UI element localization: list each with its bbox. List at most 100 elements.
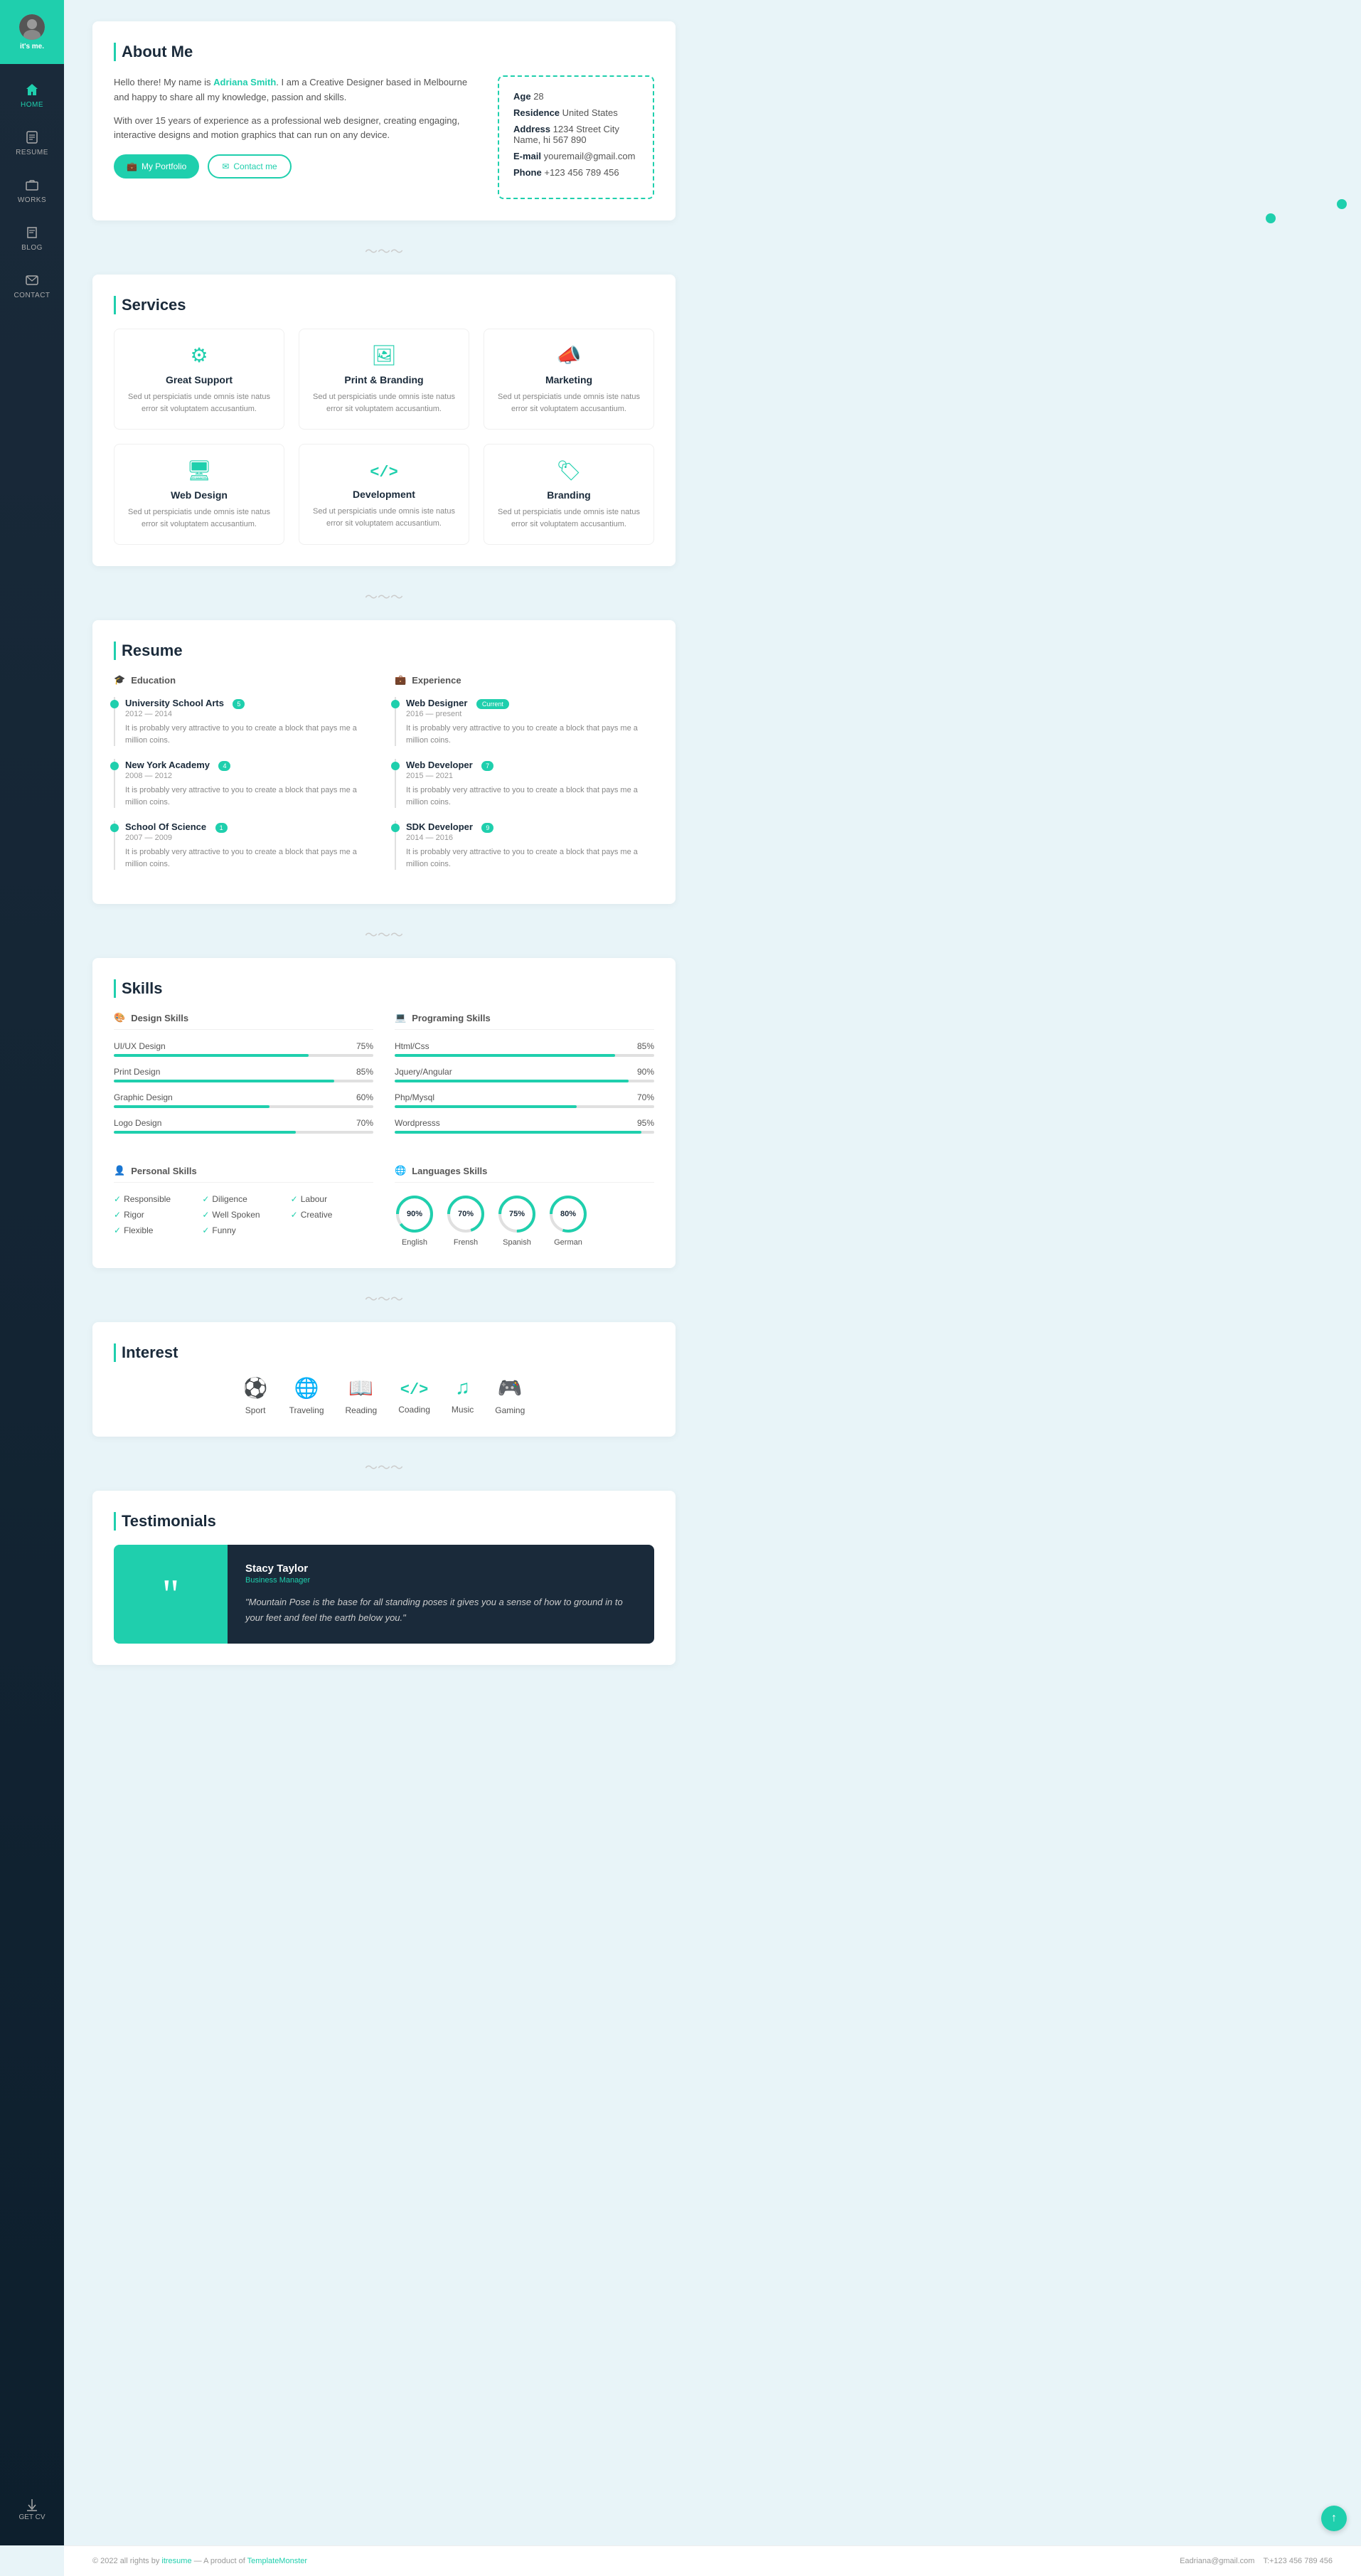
personal-skill-name: Well Spoken bbox=[212, 1210, 260, 1220]
experience-item: SDK Developer 9 2014 — 2016 It is probab… bbox=[395, 821, 654, 870]
skill-bar bbox=[114, 1131, 373, 1134]
testimonials-title: Testimonials bbox=[114, 1512, 654, 1531]
skill-bar-fill bbox=[114, 1105, 269, 1108]
sidebar-item-getcv[interactable]: GET CV bbox=[18, 2489, 45, 2531]
contact-envelope-icon: ✉ bbox=[222, 161, 229, 171]
interest-label: Sport bbox=[243, 1405, 268, 1415]
personal-skill-item: ✓Diligence bbox=[202, 1194, 284, 1204]
sidebar-logo[interactable]: it's me. bbox=[0, 0, 64, 64]
skill-name: Html/Css bbox=[395, 1041, 429, 1051]
decorative-dot-1 bbox=[1266, 213, 1276, 223]
blog-icon bbox=[23, 224, 41, 241]
testimonial-text: "Mountain Pose is the base for all stand… bbox=[245, 1595, 636, 1626]
interest-label: Music bbox=[452, 1405, 474, 1415]
personal-skill-item: ✓Responsible bbox=[114, 1194, 196, 1204]
footer-left: © 2022 all rights by itresume — A produc… bbox=[92, 2557, 307, 2565]
edu-date: 2007 — 2009 bbox=[125, 834, 373, 842]
exp-title-row: Web Designer Current bbox=[406, 697, 654, 710]
service-card: 🖥 Web Design Sed ut perspiciatis unde om… bbox=[114, 444, 284, 545]
service-desc: Sed ut perspiciatis unde omnis iste natu… bbox=[310, 506, 458, 529]
sidebar-label-getcv: GET CV bbox=[18, 2513, 45, 2521]
interest-label: Reading bbox=[346, 1405, 378, 1415]
logo-text: it's me. bbox=[20, 43, 44, 50]
skill-bar bbox=[395, 1131, 654, 1134]
interest-item[interactable]: 🌐 Traveling bbox=[289, 1376, 324, 1415]
edu-title: School Of Science bbox=[125, 821, 206, 832]
skill-percent: 70% bbox=[637, 1092, 654, 1102]
interest-item[interactable]: </> Coading bbox=[398, 1376, 430, 1415]
scroll-top-button[interactable]: ↑ bbox=[1321, 2506, 1347, 2531]
service-icon: 🖼 bbox=[310, 344, 458, 367]
interest-icon: 🌐 bbox=[289, 1376, 324, 1400]
experience-header: 💼 Experience bbox=[395, 674, 654, 686]
lang-name: Frensh bbox=[446, 1238, 486, 1247]
interest-label: Gaming bbox=[495, 1405, 525, 1415]
service-card: 📣 Marketing Sed ut perspiciatis unde omn… bbox=[484, 329, 654, 430]
personal-label: Personal Skills bbox=[131, 1166, 197, 1176]
personal-skills-header: 👤 Personal Skills bbox=[114, 1165, 373, 1183]
residence-value: United States bbox=[562, 107, 618, 118]
exp-badge: 7 bbox=[481, 761, 493, 771]
sidebar-item-blog[interactable]: BLOG bbox=[0, 214, 64, 262]
exp-date: 2015 — 2021 bbox=[406, 772, 654, 780]
sidebar-label-blog: BLOG bbox=[21, 244, 43, 252]
design-skills-header: 🎨 Design Skills bbox=[114, 1012, 373, 1030]
personal-skill-name: Rigor bbox=[124, 1210, 144, 1220]
contact-label: Contact me bbox=[233, 161, 277, 171]
skill-bar-fill bbox=[114, 1054, 309, 1057]
sidebar-item-home[interactable]: HOME bbox=[0, 71, 64, 119]
sidebar-item-resume[interactable]: RESUME bbox=[0, 119, 64, 166]
sidebar-item-works[interactable]: WORKS bbox=[0, 166, 64, 214]
interest-icon: 🎮 bbox=[495, 1376, 525, 1400]
footer-product-brand-link[interactable]: TemplateMonster bbox=[247, 2557, 307, 2565]
lang-percent: 75% bbox=[509, 1210, 525, 1218]
skill-label-row: Print Design 85% bbox=[114, 1067, 373, 1077]
interest-item[interactable]: ♫ Music bbox=[452, 1376, 474, 1415]
skill-label-row: Html/Css 85% bbox=[395, 1041, 654, 1051]
lang-circle-item: 75% Spanish bbox=[497, 1194, 537, 1247]
interest-section: Interest ⚽ Sport 🌐 Traveling 📖 Reading <… bbox=[92, 1322, 676, 1437]
design-skills-col: 🎨 Design Skills UI/UX Design 75% Print D… bbox=[114, 1012, 373, 1144]
programming-label: Programing Skills bbox=[412, 1013, 491, 1023]
service-icon: 📣 bbox=[495, 344, 643, 367]
interest-label: Traveling bbox=[289, 1405, 324, 1415]
education-item: School Of Science 1 2007 — 2009 It is pr… bbox=[114, 821, 373, 870]
portfolio-button[interactable]: 💼 My Portfolio bbox=[114, 154, 199, 179]
sidebar-item-contact[interactable]: CONTACT bbox=[0, 262, 64, 309]
edu-desc: It is probably very attractive to you to… bbox=[125, 723, 373, 746]
service-card: ⚙ Great Support Sed ut perspiciatis unde… bbox=[114, 329, 284, 430]
skill-bar bbox=[114, 1105, 373, 1108]
interest-item[interactable]: 🎮 Gaming bbox=[495, 1376, 525, 1415]
interest-title: Interest bbox=[114, 1343, 654, 1362]
skill-bar-fill bbox=[114, 1080, 334, 1082]
interest-label: Coading bbox=[398, 1405, 430, 1415]
programming-icon: 💻 bbox=[395, 1012, 406, 1023]
testimonial-card: " Stacy Taylor Business Manager "Mountai… bbox=[114, 1545, 654, 1644]
sidebar-nav: HOME RESUME WORKS BLOG bbox=[0, 64, 64, 2489]
edu-title: University School Arts bbox=[125, 698, 224, 708]
interest-item[interactable]: 📖 Reading bbox=[346, 1376, 378, 1415]
divider-5: 〜〜〜 bbox=[92, 1458, 676, 1476]
interest-icon: ♫ bbox=[452, 1376, 474, 1399]
education-item: New York Academy 4 2008 — 2012 It is pro… bbox=[114, 759, 373, 808]
footer-brand-link[interactable]: itresume bbox=[161, 2557, 191, 2565]
footer-product-text: — bbox=[194, 2557, 203, 2565]
services-title: Services bbox=[114, 296, 654, 314]
check-icon: ✓ bbox=[291, 1210, 298, 1220]
testimonial-role: Business Manager bbox=[245, 1576, 636, 1585]
education-icon: 🎓 bbox=[114, 674, 125, 686]
personal-skill-item: ✓Funny bbox=[202, 1225, 284, 1235]
skill-name: Wordpresss bbox=[395, 1118, 440, 1128]
skill-bar bbox=[395, 1054, 654, 1057]
edu-title: New York Academy bbox=[125, 760, 210, 770]
education-item: University School Arts 5 2012 — 2014 It … bbox=[114, 697, 373, 746]
about-info-box: Age 28 Residence United States Address 1… bbox=[498, 75, 654, 199]
works-icon bbox=[23, 176, 41, 193]
skill-percent: 90% bbox=[637, 1067, 654, 1077]
interest-item[interactable]: ⚽ Sport bbox=[243, 1376, 268, 1415]
info-address: Address 1234 Street City Name, hi 567 89… bbox=[513, 124, 639, 145]
skills-grid: 🎨 Design Skills UI/UX Design 75% Print D… bbox=[114, 1012, 654, 1144]
skill-label-row: Logo Design 70% bbox=[114, 1118, 373, 1128]
skill-bar-fill bbox=[395, 1080, 629, 1082]
contact-button[interactable]: ✉ Contact me bbox=[208, 154, 291, 179]
